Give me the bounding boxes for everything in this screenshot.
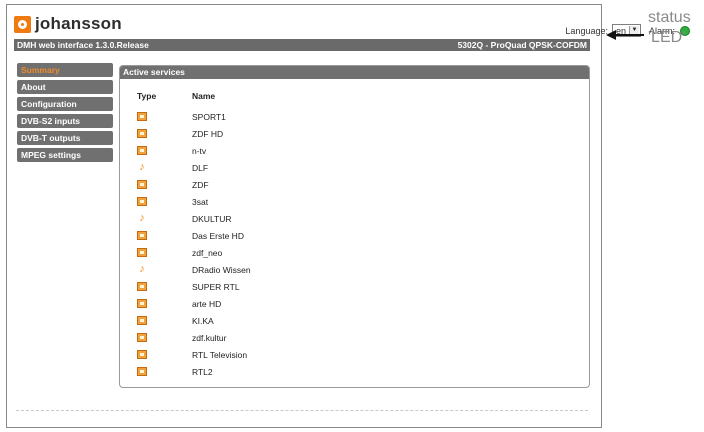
- service-type-cell: ♪: [137, 261, 192, 278]
- service-name: arte HD: [192, 298, 222, 309]
- radio-icon: ♪: [139, 212, 145, 224]
- sidebar-item-configuration[interactable]: Configuration: [17, 97, 113, 111]
- service-type-cell: [137, 278, 192, 295]
- annotation-line-1: status: [648, 9, 691, 26]
- service-type-cell: ♪: [137, 159, 192, 176]
- johansson-logo: johansson: [14, 14, 122, 33]
- service-type-cell: [137, 363, 192, 380]
- service-row: Das Erste HD: [137, 227, 251, 244]
- active-services-panel: Active services Type Name SPORT1 ZDF HD n-…: [119, 65, 590, 388]
- service-row: zdf_neo: [137, 244, 251, 261]
- tv-icon: [137, 299, 147, 308]
- service-type-cell: [137, 346, 192, 363]
- service-row: KI.KA: [137, 312, 251, 329]
- service-name: zdf.kultur: [192, 332, 227, 343]
- radio-icon: ♪: [139, 263, 145, 275]
- tv-icon: [137, 146, 147, 155]
- service-name: 3sat: [192, 196, 209, 207]
- sidebar-item-summary[interactable]: Summary: [17, 63, 113, 77]
- service-type-cell: [137, 312, 192, 329]
- service-name: RTL Television: [192, 349, 248, 360]
- tv-icon: [137, 112, 147, 121]
- service-type-cell: [137, 227, 192, 244]
- tv-icon: [137, 231, 147, 240]
- panel-title: Active services: [120, 66, 589, 79]
- service-name: ZDF: [192, 179, 209, 190]
- service-type-cell: ♪: [137, 210, 192, 227]
- tv-icon: [137, 282, 147, 291]
- service-row: ZDF HD: [137, 125, 251, 142]
- interface-version: DMH web interface 1.3.0.Release: [17, 40, 149, 50]
- service-type-cell: [137, 108, 192, 125]
- logo-mark-icon: [14, 15, 31, 33]
- service-name: ZDF HD: [192, 128, 224, 139]
- service-name: RTL2: [192, 366, 213, 377]
- service-row: ZDF: [137, 176, 251, 193]
- sidebar-item-mpeg-settings[interactable]: MPEG settings: [17, 148, 113, 162]
- service-row: ♪ DKULTUR: [137, 210, 251, 227]
- service-type-cell: [137, 244, 192, 261]
- tv-icon: [137, 350, 147, 359]
- column-header-name: Name: [192, 91, 216, 101]
- service-row: ♪ DLF: [137, 159, 251, 176]
- service-type-cell: [137, 193, 192, 210]
- service-row: RTL2: [137, 363, 251, 380]
- service-type-cell: [137, 176, 192, 193]
- service-row: ♪ DRadio Wissen: [137, 261, 251, 278]
- service-row: arte HD: [137, 295, 251, 312]
- annotation-arrow-icon: [606, 30, 644, 40]
- services-list: SPORT1 ZDF HD n-tv ♪ DLF ZDF 3sat ♪ DKULTUR Das E…: [137, 108, 251, 380]
- tv-icon: [137, 180, 147, 189]
- service-name: zdf_neo: [192, 247, 223, 258]
- sidebar-item-dvb-s2-inputs[interactable]: DVB-S2 inputs: [17, 114, 113, 128]
- service-type-cell: [137, 125, 192, 142]
- tv-icon: [137, 248, 147, 257]
- column-header-type: Type: [137, 91, 157, 101]
- service-name: DKULTUR: [192, 213, 232, 224]
- footer-divider: [16, 410, 588, 411]
- service-type-cell: [137, 142, 192, 159]
- service-name: n-tv: [192, 145, 207, 156]
- service-name: DRadio Wissen: [192, 264, 251, 275]
- service-name: SUPER RTL: [192, 281, 240, 292]
- service-row: SUPER RTL: [137, 278, 251, 295]
- language-label: Language:: [565, 25, 608, 36]
- tv-icon: [137, 367, 147, 376]
- status-led-annotation: status 'LED': [648, 8, 691, 48]
- service-name: Das Erste HD: [192, 230, 244, 241]
- title-bar: DMH web interface 1.3.0.Release 5302Q - …: [14, 39, 590, 51]
- tv-icon: [137, 316, 147, 325]
- service-row: n-tv: [137, 142, 251, 159]
- radio-icon: ♪: [139, 161, 145, 173]
- sidebar-item-about[interactable]: About: [17, 80, 113, 94]
- logo-text: johansson: [35, 14, 122, 33]
- sidebar-nav: Summary About Configuration DVB-S2 input…: [17, 63, 113, 165]
- sidebar-item-dvb-t-outputs[interactable]: DVB-T outputs: [17, 131, 113, 145]
- service-name: SPORT1: [192, 111, 226, 122]
- service-name: KI.KA: [192, 315, 214, 326]
- annotation-line-2: 'LED': [648, 29, 686, 46]
- tv-icon: [137, 197, 147, 206]
- service-row: SPORT1: [137, 108, 251, 125]
- service-row: 3sat: [137, 193, 251, 210]
- service-type-cell: [137, 295, 192, 312]
- service-type-cell: [137, 329, 192, 346]
- tv-icon: [137, 129, 147, 138]
- service-row: zdf.kultur: [137, 329, 251, 346]
- service-row: RTL Television: [137, 346, 251, 363]
- device-model: 5302Q - ProQuad QPSK-COFDM: [457, 40, 587, 50]
- tv-icon: [137, 333, 147, 342]
- service-name: DLF: [192, 162, 209, 173]
